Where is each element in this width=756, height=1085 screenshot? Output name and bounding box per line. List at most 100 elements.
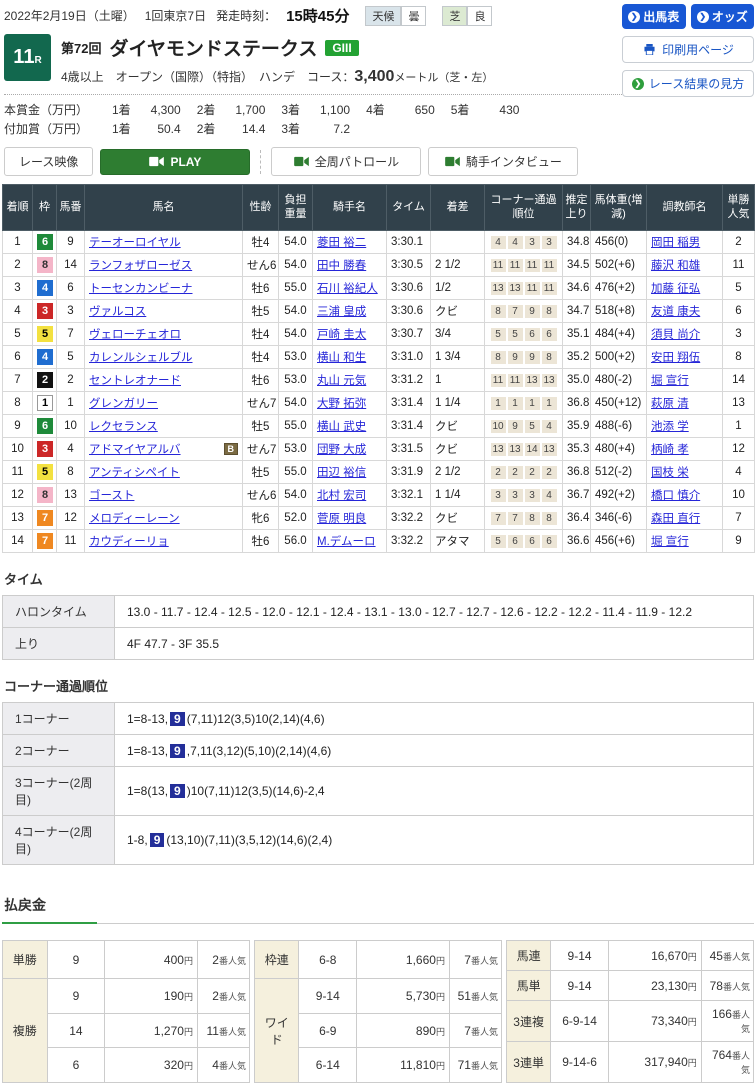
play-button[interactable]: PLAY: [100, 149, 250, 175]
horse-link[interactable]: アドマイヤアルバ: [89, 441, 181, 457]
finish-time: 3:30.6: [387, 300, 431, 323]
jockey-interview-button[interactable]: 騎手インタビュー: [428, 147, 578, 176]
race-video-button[interactable]: レース映像: [4, 147, 93, 176]
corner-position: 11: [491, 374, 506, 387]
corner-positions: 13131111: [485, 277, 563, 300]
corner-order-post: (7,11)12(3,5)10(2,14)(4,6): [187, 712, 325, 726]
frame-cell: 7: [33, 507, 57, 530]
trainer-link[interactable]: 藤沢 和雄: [651, 260, 700, 272]
jockey-link[interactable]: 石川 裕紀人: [317, 283, 378, 295]
payout-combination: 9: [47, 979, 105, 1014]
carried-weight: 55.0: [279, 277, 313, 300]
horse-name-cell: アンティシペイト: [85, 461, 243, 484]
last-3f: 36.8: [563, 392, 591, 415]
payout-amount: 5,730円: [357, 979, 450, 1014]
jockey-link[interactable]: 横山 和生: [317, 352, 366, 364]
horse-name-cell: ランフォザローゼス: [85, 254, 243, 277]
horse-weight: 488(-6): [591, 415, 647, 438]
divider: [260, 150, 261, 174]
sex-age: 牡6: [243, 277, 279, 300]
horse-link[interactable]: ヴェローチェオロ: [89, 326, 181, 342]
finish-time: 3:31.9: [387, 461, 431, 484]
jockey-link[interactable]: 菱田 裕二: [317, 237, 366, 249]
jockey-link[interactable]: 丸山 元気: [317, 375, 366, 387]
frame-badge: 5: [37, 326, 53, 342]
trainer-link[interactable]: 友道 康夫: [651, 306, 700, 318]
horse-link[interactable]: レクセランス: [89, 418, 158, 434]
corner-section-title: コーナー通過順位: [4, 676, 754, 695]
payout-table: 単勝9400円2番人気複勝9190円2番人気141,270円11番人気6320円…: [2, 940, 250, 1083]
jockey-link[interactable]: 北村 宏司: [317, 490, 366, 502]
horse-link[interactable]: ヴァルコス: [89, 303, 146, 319]
horse-link[interactable]: カレンルシェルブル: [89, 349, 193, 365]
trainer-link[interactable]: 堀 宣行: [651, 536, 689, 548]
last-3f: 35.0: [563, 369, 591, 392]
horse-link[interactable]: ゴースト: [89, 487, 134, 503]
trainer-link[interactable]: 加藤 征弘: [651, 283, 700, 295]
frame-badge: 1: [37, 395, 53, 411]
trainer-link[interactable]: 森田 直行: [651, 513, 700, 525]
payout-row: 枠連6-81,660円7番人気: [255, 941, 502, 979]
print-button[interactable]: 印刷用ページ: [622, 36, 754, 63]
horse-link[interactable]: グレンガリー: [89, 395, 158, 411]
jockey-link[interactable]: 田中 勝春: [317, 260, 366, 272]
jockey-link[interactable]: 横山 武史: [317, 421, 366, 433]
payout-title: 払戻金: [2, 895, 754, 924]
separator: [4, 94, 622, 95]
finish-position: 14: [3, 530, 33, 553]
jockey-link[interactable]: M.デムーロ: [317, 536, 376, 548]
race-conditions-text: 4歳以上 オープン（国際）（特指） ハンデ コース：: [61, 70, 354, 84]
entries-button[interactable]: ❯ 出馬表: [622, 4, 686, 29]
jockey-link[interactable]: 大野 拓弥: [317, 398, 366, 410]
jockey-link[interactable]: 田辺 裕信: [317, 467, 366, 479]
horse-link[interactable]: アンティシペイト: [89, 464, 180, 480]
carried-weight: 55.0: [279, 415, 313, 438]
printer-icon: [642, 44, 657, 55]
jockey-link[interactable]: 菅原 明良: [317, 513, 366, 525]
trainer-link[interactable]: 安田 翔伍: [651, 352, 700, 364]
margin: アタマ: [431, 530, 485, 553]
jockey-cell: 北村 宏司: [313, 484, 387, 507]
corner-position: 8: [491, 351, 506, 364]
last-3f: 35.1: [563, 323, 591, 346]
horse-link[interactable]: カウディーリョ: [89, 533, 169, 549]
corner-position: 13: [542, 443, 557, 456]
jockey-interview-label: 騎手インタビュー: [466, 153, 562, 170]
patrol-video-button[interactable]: 全周パトロール: [271, 147, 421, 176]
trainer-link[interactable]: 須貝 尚介: [651, 329, 700, 341]
yen-unit: 円: [436, 992, 445, 1002]
trainer-link[interactable]: 池添 学: [651, 421, 689, 433]
trainer-link[interactable]: 堀 宣行: [651, 375, 689, 387]
horse-link[interactable]: ランフォザローゼス: [89, 257, 192, 273]
jockey-link[interactable]: 三浦 皇成: [317, 306, 366, 318]
frame-cell: 7: [33, 530, 57, 553]
corner-position: 11: [491, 259, 506, 272]
horse-link[interactable]: メロディーレーン: [89, 510, 180, 526]
trainer-link[interactable]: 柄崎 孝: [651, 444, 689, 456]
result-guide-button[interactable]: ❯ レース結果の見方: [622, 70, 754, 97]
jockey-link[interactable]: 団野 大成: [317, 444, 366, 456]
trainer-link[interactable]: 岡田 稲男: [651, 237, 700, 249]
corner-position: 4: [542, 489, 557, 502]
race-title-block: 11 R 第72回 ダイヤモンドステークス GIII 4歳以上 オープン（国際）…: [4, 34, 622, 86]
horse-link[interactable]: セントレオナード: [89, 372, 181, 388]
prize-value: 650: [385, 103, 435, 117]
frame-cell: 8: [33, 254, 57, 277]
trainer-link[interactable]: 萩原 清: [651, 398, 689, 410]
horse-number: 4: [57, 438, 85, 461]
popularity-unit: 番人気: [732, 1051, 750, 1075]
corner-position: 7: [508, 512, 523, 525]
sex-age: 牡4: [243, 346, 279, 369]
trainer-link[interactable]: 国枝 栄: [651, 467, 689, 479]
odds-button[interactable]: ❯ オッズ: [691, 4, 755, 29]
carried-weight: 53.0: [279, 346, 313, 369]
jockey-link[interactable]: 戸崎 圭太: [317, 329, 366, 341]
horse-link[interactable]: テーオーロイヤル: [89, 234, 181, 250]
result-row: 1034アドマイヤアルバBせん753.0団野 大成3:31.5クビ1313141…: [3, 438, 755, 461]
horse-link[interactable]: トーセンカンビーナ: [89, 280, 193, 296]
weather-value: 曇: [401, 6, 426, 26]
payout-row: 3連単9-14-6317,940円764番人気: [507, 1042, 754, 1083]
frame-badge: 4: [37, 280, 53, 296]
trainer-link[interactable]: 橋口 慎介: [651, 490, 700, 502]
horse-weight: 502(+6): [591, 254, 647, 277]
